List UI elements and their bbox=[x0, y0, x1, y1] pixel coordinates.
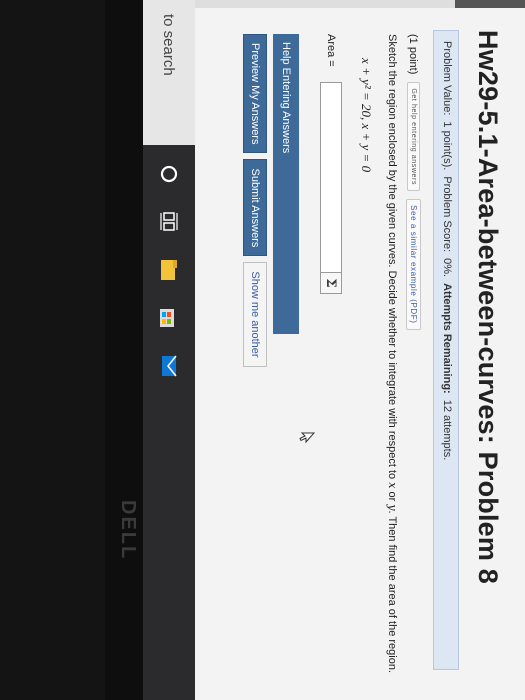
instruction-start: Sketch the region enclosed by the given … bbox=[386, 34, 398, 480]
store-icon[interactable] bbox=[157, 306, 181, 330]
mouse-cursor-icon bbox=[299, 432, 315, 444]
attempts-remaining-text: 12 attempts. bbox=[441, 399, 453, 461]
instruction-end: . Then find the area of the region. bbox=[386, 510, 398, 674]
variable-x: x bbox=[386, 482, 399, 489]
problem-info-bar: Problem Value: 1 point(s). Problem Score… bbox=[433, 30, 459, 670]
points-row: (1 point) Get help entering answers See … bbox=[406, 34, 421, 330]
area-answer-input[interactable] bbox=[320, 82, 342, 278]
file-explorer-icon[interactable] bbox=[157, 258, 181, 282]
equation-editor-icon[interactable]: Σ bbox=[320, 272, 342, 294]
preview-answers-button[interactable]: Preview My Answers bbox=[243, 34, 267, 154]
area-label: Area = bbox=[325, 34, 337, 67]
monitor-bezel: DELL bbox=[105, 0, 143, 700]
problem-score-text: 0%. bbox=[441, 258, 453, 278]
taskbar-search-text: to search bbox=[160, 14, 178, 76]
cortana-icon[interactable] bbox=[157, 162, 181, 186]
monitor-screen: Hw29-5.1-Area-between-curves: Problem 8 … bbox=[105, 0, 525, 700]
brand-logo: DELL bbox=[117, 500, 139, 561]
windows-taskbar: to search bbox=[143, 0, 195, 700]
mail-icon[interactable] bbox=[157, 354, 181, 378]
problem-value-text: 1 point(s). bbox=[441, 121, 453, 171]
taskbar-search-box[interactable]: to search bbox=[143, 0, 195, 145]
problem-page: Hw29-5.1-Area-between-curves: Problem 8 … bbox=[195, 0, 525, 700]
curve-equations: x + y² = 20, x + y = 0 bbox=[359, 58, 374, 173]
problem-instructions: Sketch the region enclosed by the given … bbox=[386, 34, 399, 673]
points-label: (1 point) bbox=[407, 34, 420, 75]
get-help-entering-answers-link[interactable]: Get help entering answers bbox=[407, 82, 420, 192]
similar-example-link[interactable]: See a similar example (PDF) bbox=[406, 199, 421, 330]
action-buttons-row: Preview My Answers Submit Answers Show m… bbox=[243, 34, 267, 367]
attempts-remaining-label: Attempts Remaining: bbox=[441, 283, 453, 394]
instruction-or: or bbox=[386, 491, 398, 502]
problem-value-label: Problem Value: bbox=[441, 41, 453, 116]
left-navigation-strip bbox=[195, 0, 525, 8]
show-me-another-button[interactable]: Show me another bbox=[243, 262, 267, 367]
nav-accent-bar bbox=[455, 0, 525, 8]
help-entering-answers-button[interactable]: Help Entering Answers bbox=[273, 34, 299, 334]
page-title: Hw29-5.1-Area-between-curves: Problem 8 bbox=[473, 30, 503, 584]
problem-score-label: Problem Score: bbox=[441, 176, 453, 253]
task-view-icon[interactable] bbox=[157, 210, 181, 234]
submit-answers-button[interactable]: Submit Answers bbox=[243, 159, 267, 257]
